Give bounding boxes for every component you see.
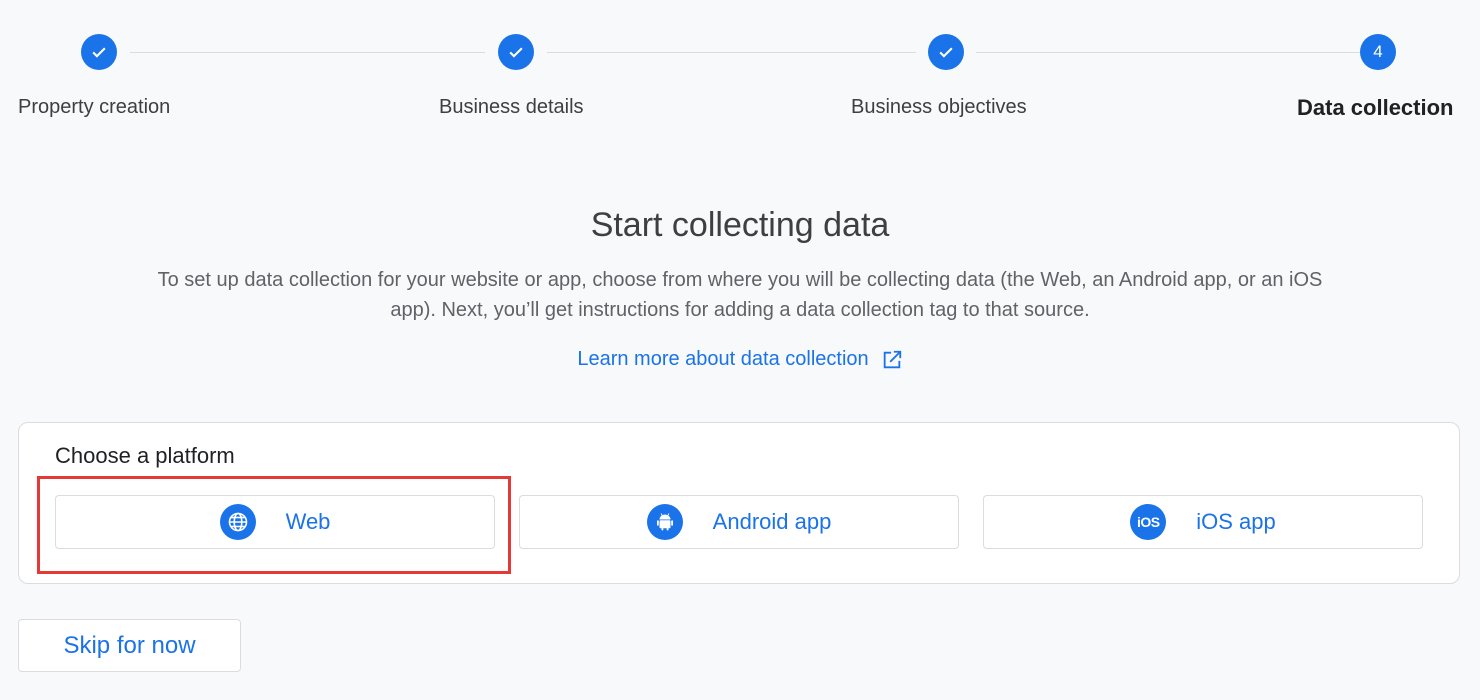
page-title: Start collecting data (590, 206, 890, 244)
globe-icon (219, 504, 256, 540)
android-platform-label: Android app (712, 509, 832, 534)
open-in-new-icon (883, 350, 901, 368)
web-platform-button[interactable]: Web (55, 495, 495, 549)
learn-more-label: Learn more about data collection (577, 348, 869, 370)
step-connector (547, 52, 916, 53)
page-description: To set up data collection for your websi… (157, 269, 1323, 321)
step-label-data-collection: Data collection (1297, 95, 1454, 120)
ios-icon: iOS (1130, 504, 1167, 540)
step-2-check-icon (498, 34, 534, 70)
platform-card: Choose a platform Web Android app iOS iO… (18, 422, 1460, 584)
step-connector (130, 52, 485, 53)
step-label-business-details: Business details (439, 96, 584, 118)
platform-heading: Choose a platform (55, 443, 235, 468)
step-3-check-icon (928, 34, 964, 70)
ios-icon-text: iOS (1136, 514, 1160, 530)
progress-stepper: 4 Property creation Business details Bus… (0, 0, 1480, 140)
android-platform-button[interactable]: Android app (519, 495, 959, 549)
android-icon (646, 504, 683, 540)
step-label-property-creation: Property creation (18, 96, 171, 118)
ios-platform-button[interactable]: iOS iOS app (983, 495, 1423, 549)
step-label-business-objectives: Business objectives (851, 96, 1027, 118)
ios-platform-label: iOS app (1196, 509, 1276, 534)
skip-for-now-button[interactable]: Skip for now (18, 619, 241, 672)
web-platform-label: Web (285, 509, 331, 534)
learn-more-link[interactable]: Learn more about data collection (0, 348, 1480, 371)
step-4-number: 4 (1360, 34, 1396, 70)
step-1-check-icon (81, 34, 117, 70)
step-connector (976, 52, 1360, 53)
